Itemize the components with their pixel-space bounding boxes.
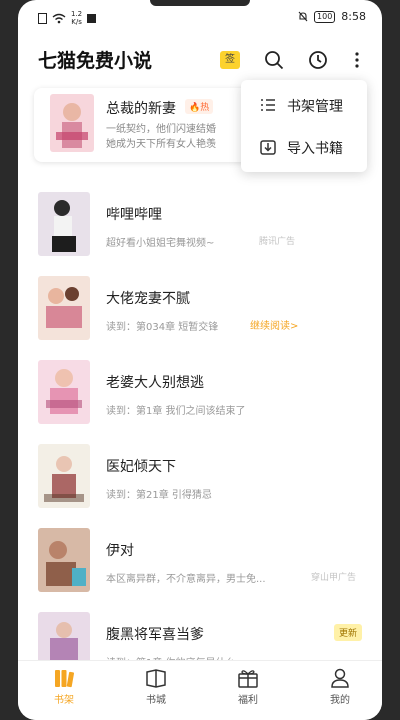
hot-badge: 🔥热 [185, 99, 214, 114]
featured-desc-line2: 她成为天下所有女人艳羡 [106, 139, 216, 150]
book-title: 腹黑将军喜当爹 [106, 627, 204, 643]
nav-tab-bookshelf[interactable]: 书架 [34, 667, 94, 715]
nav-label-rewards: 福利 [238, 695, 258, 706]
phone-screen: 1.2 K/s 100 8:58 七猫免费小说 签 总裁的新妻 🔥热 一纸契约，… [18, 0, 382, 720]
book-progress: 读到：第034章 短暂交锋 [106, 322, 219, 333]
notification-icon [87, 13, 97, 23]
import-icon [260, 140, 276, 155]
menu-label-bookshelf-manage: 书架管理 [287, 99, 343, 115]
clock-time: 8:58 [341, 10, 366, 23]
book-title: 老婆大人别想逃 [106, 375, 204, 391]
book-cover [38, 192, 90, 256]
book-cover [38, 528, 90, 592]
menu-label-import-books: 导入书籍 [287, 141, 343, 157]
book-cover [38, 360, 90, 424]
battery-indicator: 100 [314, 10, 336, 23]
speed-value: 1.2 [71, 10, 83, 18]
list-icon [261, 99, 275, 111]
nav-label-bookshelf: 书架 [54, 695, 74, 706]
book-item-bilibili[interactable]: 哔哩哔哩 超好看小姐姐宅舞视频~ 腾讯广告 [38, 192, 368, 258]
book-cover [38, 276, 90, 340]
overflow-menu: 书架管理 导入书籍 [241, 80, 367, 172]
nav-tab-profile[interactable]: 我的 [310, 667, 370, 715]
book-progress: 读到：第21章 引得猜忌 [106, 490, 212, 501]
book-cover [38, 444, 90, 508]
mute-icon [298, 11, 308, 22]
nav-tab-rewards[interactable]: 福利 [218, 667, 278, 715]
ad-label: 穿山甲广告 [311, 573, 357, 583]
status-bar: 1.2 K/s 100 8:58 [18, 6, 382, 30]
bookshelf-icon [55, 670, 75, 688]
hot-label: 热 [200, 103, 210, 113]
app-header: 七猫免费小说 签 [18, 38, 382, 82]
network-speed: 1.2 K/s [71, 10, 82, 26]
book-item-dalao[interactable]: 大佬宠妻不腻 读到：第034章 短暂交锋 继续阅读> [38, 276, 368, 342]
profile-icon [331, 668, 349, 688]
book-item-yidui[interactable]: 伊对 本区离异群，不介意离异，男士免... 穿山甲广告 [38, 528, 368, 594]
featured-book-cover [50, 94, 94, 152]
book-item-yifei[interactable]: 医妃倾天下 读到：第21章 引得猜忌 [38, 444, 368, 510]
book-title: 哔哩哔哩 [106, 207, 162, 223]
ad-label: 腾讯广告 [259, 237, 296, 247]
book-subtitle: 本区离异群，不介意离异，男士免... [106, 574, 266, 585]
menu-item-bookshelf-manage[interactable]: 书架管理 [241, 85, 367, 125]
wifi-icon [52, 13, 66, 23]
book-progress: 读到：第1章 我们之间该结束了 [106, 406, 246, 417]
more-icon[interactable] [351, 49, 363, 71]
doc-icon [38, 12, 47, 24]
search-icon[interactable] [263, 49, 285, 71]
menu-item-import-books[interactable]: 导入书籍 [241, 127, 367, 167]
sign-in-button[interactable]: 签 [220, 51, 240, 69]
book-title: 医妃倾天下 [106, 459, 176, 475]
speed-unit: K/s [71, 18, 82, 26]
book-title: 伊对 [106, 543, 134, 559]
book-item-laopo[interactable]: 老婆大人别想逃 读到：第1章 我们之间该结束了 [38, 360, 368, 426]
nav-tab-bookstore[interactable]: 书城 [126, 667, 186, 715]
featured-title: 总裁的新妻 [106, 101, 176, 117]
gift-icon [238, 670, 258, 688]
bottom-navigation: 书架 书城 福利 我的 [18, 660, 382, 720]
bookstore-icon [146, 669, 166, 688]
update-badge: 更新 [333, 624, 362, 641]
nav-label-profile: 我的 [330, 695, 350, 706]
nav-label-bookstore: 书城 [146, 695, 166, 706]
continue-reading-link[interactable]: 继续阅读> [250, 317, 298, 332]
book-title: 大佬宠妻不腻 [106, 291, 190, 307]
featured-desc-line1: 一纸契约，他们闪速结婚 [106, 124, 216, 135]
book-subtitle: 超好看小姐姐宅舞视频~ [106, 238, 215, 249]
clock-icon[interactable] [307, 49, 329, 71]
app-title: 七猫免费小说 [38, 50, 153, 72]
